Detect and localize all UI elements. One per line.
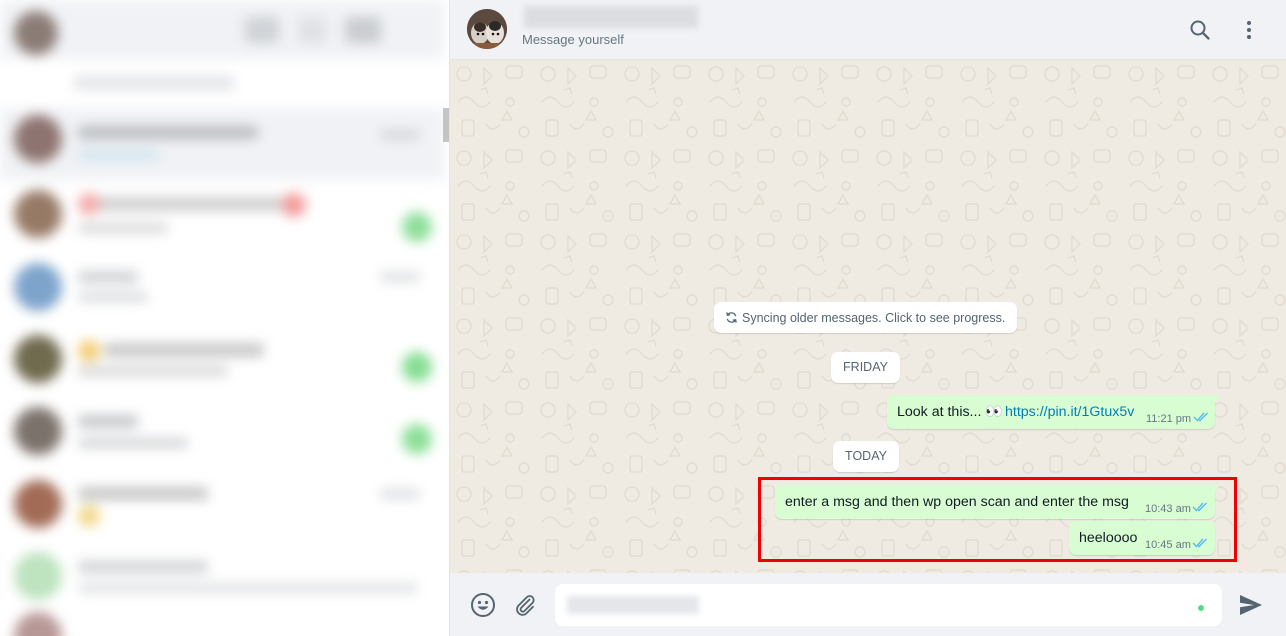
send-icon[interactable] (1237, 591, 1265, 619)
bubble-tail (1211, 395, 1221, 406)
contact-subtitle: Message yourself (522, 32, 624, 47)
chat-row-text (78, 197, 288, 211)
outgoing-message[interactable]: Look at this... 👀 https://pin.it/1Gtux5v … (887, 395, 1221, 429)
chat-avatar (14, 552, 62, 600)
chat-avatar (14, 612, 62, 636)
chat-row-text (78, 292, 148, 302)
highlight-box (758, 477, 1237, 562)
chat-row-text (78, 271, 138, 283)
chat-row-text (380, 130, 420, 140)
sync-notice-text: Syncing older messages. Click to see pro… (742, 310, 1006, 325)
paperclip-icon[interactable] (511, 591, 539, 619)
message-input-redacted (567, 596, 699, 614)
kebab-menu-icon[interactable] (1236, 17, 1262, 43)
chat-avatar (14, 407, 62, 455)
chat-avatar (14, 263, 62, 311)
chat-row-badge (78, 193, 100, 215)
chat-row-text (380, 489, 420, 499)
chat-row-text (78, 366, 228, 376)
chat-list-blurred (0, 0, 450, 636)
date-chip-friday: FRIDAY (831, 352, 900, 383)
composer-bar (450, 573, 1286, 636)
input-status-dot (1198, 605, 1204, 611)
chat-row-text (78, 223, 168, 233)
header-action-blob (298, 17, 326, 43)
chat-row-text (78, 150, 158, 160)
chat-row-text (104, 343, 264, 357)
unread-badge (402, 352, 432, 382)
profile-avatar (14, 11, 58, 55)
chat-row-text (78, 487, 208, 500)
search-field-blur (74, 76, 234, 90)
unread-badge (402, 212, 432, 242)
chat-row-badge (78, 340, 100, 362)
chat-row-selected (0, 108, 444, 180)
contact-avatar[interactable] (467, 9, 507, 49)
sync-icon (725, 311, 738, 324)
unread-badge (402, 424, 432, 454)
conversation-panel: Message yourself Syncing older messages.… (450, 0, 1286, 636)
chat-avatar (14, 335, 62, 383)
message-text: Look at this... 👀 https://pin.it/1Gtux5v (897, 404, 1134, 420)
message-link[interactable]: https://pin.it/1Gtux5v (1005, 404, 1134, 420)
emoji-icon[interactable] (469, 591, 497, 619)
header-action-blob (245, 17, 279, 43)
chat-avatar (14, 480, 62, 528)
chat-row-text (380, 272, 420, 282)
chat-row-text (78, 415, 138, 428)
message-input[interactable] (555, 584, 1222, 626)
search-icon[interactable] (1187, 17, 1213, 43)
chat-row-badge (78, 505, 100, 527)
chat-row-text (78, 583, 418, 593)
chat-list-panel (0, 0, 450, 636)
double-check-icon (1193, 412, 1208, 422)
message-time: 11:21 pm (1146, 413, 1192, 425)
chat-row-text (78, 561, 208, 573)
chat-row-text (78, 126, 258, 139)
chat-avatar (14, 190, 62, 238)
contact-name-redacted (524, 6, 698, 28)
chat-row-badge (282, 193, 306, 217)
header-action-blob (345, 17, 381, 43)
chat-row-text (78, 438, 188, 448)
message-text-prefix: Look at this... 👀 (897, 404, 1003, 420)
conversation-header[interactable]: Message yourself (450, 0, 1286, 60)
chat-avatar (14, 115, 62, 163)
sync-notice[interactable]: Syncing older messages. Click to see pro… (714, 302, 1017, 333)
date-chip-today: TODAY (833, 441, 899, 472)
